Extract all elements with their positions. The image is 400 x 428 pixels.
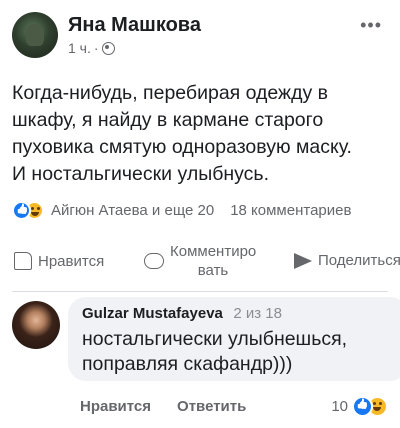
globe-icon bbox=[101, 41, 115, 55]
reactions-summary[interactable]: Айгюн Атаева и еще 20 18 комментариев bbox=[12, 199, 400, 221]
comment-like-button[interactable]: Нравится bbox=[80, 398, 151, 415]
comment-page-indicator: 2 из 18 bbox=[233, 305, 282, 322]
like-button-label: Нравится bbox=[38, 252, 105, 270]
like-react-icon bbox=[12, 200, 31, 220]
post-meta: 1 ч. · bbox=[68, 40, 115, 56]
comment-reactions-count: 10 bbox=[331, 398, 348, 415]
comments-count[interactable]: 18 комментариев bbox=[230, 202, 351, 219]
action-bar: Нравится Комментиро вать Поделиться bbox=[12, 240, 400, 286]
divider bbox=[12, 291, 388, 292]
like-button[interactable]: Нравится bbox=[14, 252, 104, 270]
post-author-name[interactable]: Яна Машкова bbox=[68, 14, 201, 37]
commenter-name[interactable]: Gulzar Mustafayeva bbox=[82, 305, 223, 322]
post-header: Яна Машкова 1 ч. · ••• bbox=[12, 10, 388, 60]
comment-reactions[interactable]: 10 bbox=[331, 396, 388, 417]
comment-button[interactable]: Комментиро вать bbox=[144, 242, 256, 280]
comment-bubble-icon bbox=[144, 253, 164, 269]
comment-bubble: Gulzar Mustafayeva 2 из 18 ностальгическ… bbox=[68, 297, 400, 381]
comment-button-label: Комментиро вать bbox=[170, 243, 257, 279]
meta-separator: · bbox=[93, 40, 99, 56]
more-options-icon[interactable]: ••• bbox=[360, 16, 382, 34]
reaction-names[interactable]: Айгюн Атаева и еще 20 bbox=[51, 202, 214, 219]
post-time[interactable]: 1 ч. bbox=[68, 40, 91, 56]
thumbs-up-icon bbox=[14, 252, 32, 270]
share-button-label: Поделиться bbox=[318, 252, 400, 269]
comment-text: ностальгически улыбнешься, поправляя ска… bbox=[82, 328, 348, 375]
share-arrow-icon bbox=[294, 252, 312, 269]
author-avatar[interactable] bbox=[12, 12, 58, 58]
like-react-icon bbox=[352, 396, 373, 417]
comment-reply-button[interactable]: Ответить bbox=[177, 398, 246, 415]
post-text: Когда-нибудь, перебирая одежду в шкафу, … bbox=[12, 82, 352, 185]
share-button[interactable]: Поделиться bbox=[294, 252, 400, 269]
commenter-avatar[interactable] bbox=[12, 301, 60, 349]
comment-actions: Нравится Ответить bbox=[80, 398, 246, 415]
